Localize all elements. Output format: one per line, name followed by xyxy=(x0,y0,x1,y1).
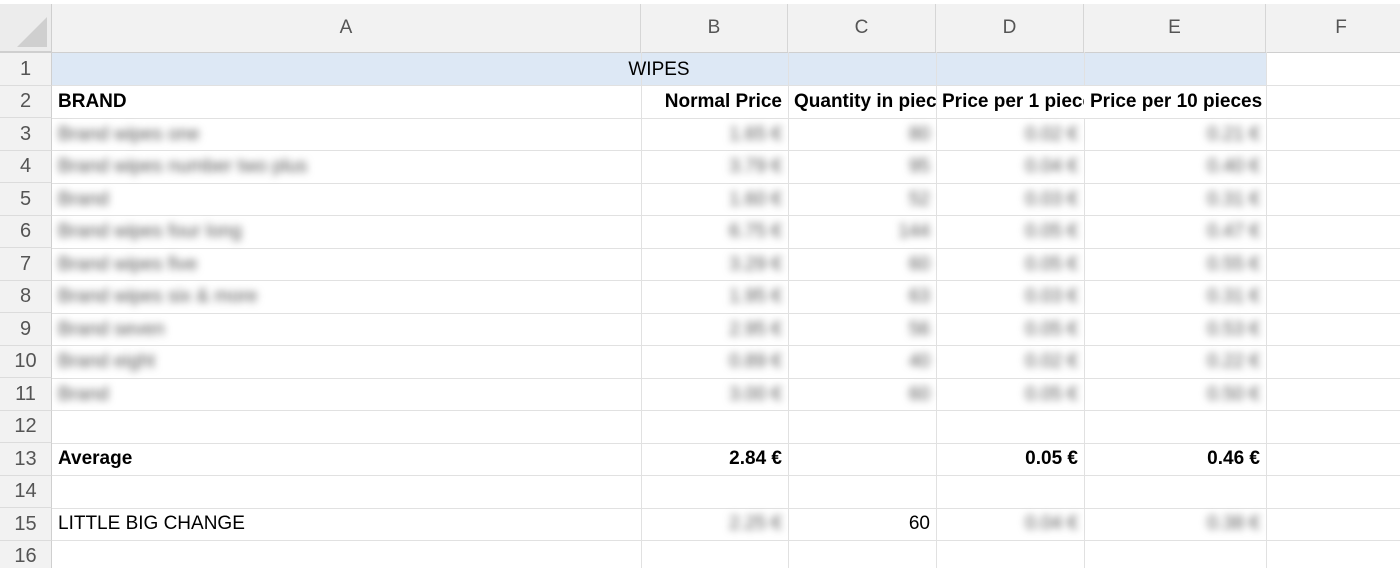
row-header-8[interactable]: 8 xyxy=(0,281,52,313)
data-cell-p10[interactable]: 0.21 € xyxy=(1084,119,1266,151)
data-cell-qty[interactable]: 52 xyxy=(788,184,936,216)
data-cell-price[interactable]: 1.95 € xyxy=(641,281,788,313)
title-cell[interactable]: WIPES xyxy=(52,54,1266,86)
data-cell-qty[interactable]: 144 xyxy=(788,216,936,248)
grid-line xyxy=(52,475,1400,476)
data-cell-qty[interactable]: 63 xyxy=(788,281,936,313)
row-header-12[interactable]: 12 xyxy=(0,411,52,443)
row-header-4[interactable]: 4 xyxy=(0,151,52,183)
average-normal-price-cell[interactable]: 2.84 € xyxy=(641,443,788,475)
average-price-per-1-cell[interactable]: 0.05 € xyxy=(936,443,1084,475)
data-cell-p1[interactable]: 0.03 € xyxy=(936,281,1084,313)
row-header-10[interactable]: 10 xyxy=(0,346,52,378)
data-cell-price[interactable]: 3.29 € xyxy=(641,249,788,281)
row-header-6[interactable]: 6 xyxy=(0,216,52,248)
header-brand-cell[interactable]: BRAND xyxy=(52,86,641,118)
data-cell-p1[interactable]: 0.05 € xyxy=(936,314,1084,346)
data-cell-price[interactable]: 1.60 € xyxy=(641,184,788,216)
data-cell-p1[interactable]: 0.05 € xyxy=(936,249,1084,281)
lbc-label-cell[interactable]: LITTLE BIG CHANGE xyxy=(52,508,641,540)
data-cell-p1[interactable]: 0.04 € xyxy=(936,151,1084,183)
column-header-c[interactable]: C xyxy=(788,4,936,52)
data-cell-brand[interactable]: Brand wipes number two plus xyxy=(52,151,641,183)
data-cell-brand[interactable]: Brand wipes four long xyxy=(52,216,641,248)
data-cell-price[interactable]: 2.95 € xyxy=(641,314,788,346)
data-cell-p10[interactable]: 0.31 € xyxy=(1084,281,1266,313)
select-all-corner[interactable] xyxy=(0,4,52,52)
column-header-b[interactable]: B xyxy=(641,4,788,52)
column-header-d[interactable]: D xyxy=(936,4,1084,52)
data-cell-qty[interactable]: 60 xyxy=(788,379,936,411)
data-cell-p10[interactable]: 0.31 € xyxy=(1084,184,1266,216)
data-cell-brand[interactable]: Brand eight xyxy=(52,346,641,378)
row-header-11[interactable]: 11 xyxy=(0,378,52,411)
column-header-e[interactable]: E xyxy=(1084,4,1266,52)
data-cell-p1[interactable]: 0.02 € xyxy=(936,119,1084,151)
row-header-3[interactable]: 3 xyxy=(0,118,52,151)
header-normal-price-cell[interactable]: Normal Price xyxy=(641,86,788,118)
spreadsheet: A B C D E F 1 2 3 4 5 6 7 8 9 10 11 12 1… xyxy=(0,0,1400,568)
data-cell-p10[interactable]: 0.50 € xyxy=(1084,379,1266,411)
row-header-5[interactable]: 5 xyxy=(0,183,52,216)
data-cell-price[interactable]: 6.75 € xyxy=(641,216,788,248)
row-header-7[interactable]: 7 xyxy=(0,248,52,281)
data-cell-qty[interactable]: 95 xyxy=(788,151,936,183)
data-cell-p10[interactable]: 0.47 € xyxy=(1084,216,1266,248)
data-cell-price[interactable]: 0.89 € xyxy=(641,346,788,378)
row-header-13[interactable]: 13 xyxy=(0,443,52,476)
lbc-quantity-cell[interactable]: 60 xyxy=(788,508,936,540)
grid-line xyxy=(52,540,1400,541)
row-header-9[interactable]: 9 xyxy=(0,313,52,346)
data-cell-brand[interactable]: Brand xyxy=(52,184,641,216)
data-cell-price[interactable]: 1.65 € xyxy=(641,119,788,151)
data-cell-brand[interactable]: Brand xyxy=(52,379,641,411)
lbc-price-per-1-cell[interactable]: 0.04 € xyxy=(936,508,1084,540)
data-cell-brand[interactable]: Brand wipes six & more xyxy=(52,281,641,313)
column-header-a[interactable]: A xyxy=(52,4,641,52)
header-price-per-10-cell[interactable]: Price per 10 pieces xyxy=(1084,86,1266,118)
data-cell-p1[interactable]: 0.02 € xyxy=(936,346,1084,378)
header-quantity-cell[interactable]: Quantity in pieces xyxy=(788,86,936,118)
data-cell-price[interactable]: 3.79 € xyxy=(641,151,788,183)
lbc-price-per-10-cell[interactable]: 0.38 € xyxy=(1084,508,1266,540)
column-header-f[interactable]: F xyxy=(1266,4,1400,52)
data-cell-p10[interactable]: 0.55 € xyxy=(1084,249,1266,281)
data-cell-qty[interactable]: 40 xyxy=(788,346,936,378)
data-cell-brand[interactable]: Brand seven xyxy=(52,314,641,346)
average-price-per-10-cell[interactable]: 0.46 € xyxy=(1084,443,1266,475)
data-cell-p1[interactable]: 0.05 € xyxy=(936,216,1084,248)
data-cell-brand[interactable]: Brand wipes five xyxy=(52,249,641,281)
select-all-icon xyxy=(17,17,47,47)
data-cell-qty[interactable]: 60 xyxy=(788,249,936,281)
data-cell-p1[interactable]: 0.05 € xyxy=(936,379,1084,411)
data-cell-p10[interactable]: 0.22 € xyxy=(1084,346,1266,378)
data-cell-qty[interactable]: 56 xyxy=(788,314,936,346)
row-header-14[interactable]: 14 xyxy=(0,476,52,508)
row-header-16[interactable]: 16 xyxy=(0,541,52,568)
header-price-per-1-cell[interactable]: Price per 1 piece xyxy=(936,86,1084,118)
row-header-2[interactable]: 2 xyxy=(0,86,52,118)
lbc-price-cell[interactable]: 2.25 € xyxy=(641,508,788,540)
average-label-cell[interactable]: Average xyxy=(52,443,641,475)
data-cell-brand[interactable]: Brand wipes one xyxy=(52,119,641,151)
data-cell-p10[interactable]: 0.53 € xyxy=(1084,314,1266,346)
data-cell-price[interactable]: 3.00 € xyxy=(641,379,788,411)
data-cell-p10[interactable]: 0.40 € xyxy=(1084,151,1266,183)
data-cell-qty[interactable]: 80 xyxy=(788,119,936,151)
row-header-15[interactable]: 15 xyxy=(0,508,52,541)
data-cell-p1[interactable]: 0.03 € xyxy=(936,184,1084,216)
row-header-1[interactable]: 1 xyxy=(0,53,52,86)
grid-line xyxy=(1266,52,1267,568)
